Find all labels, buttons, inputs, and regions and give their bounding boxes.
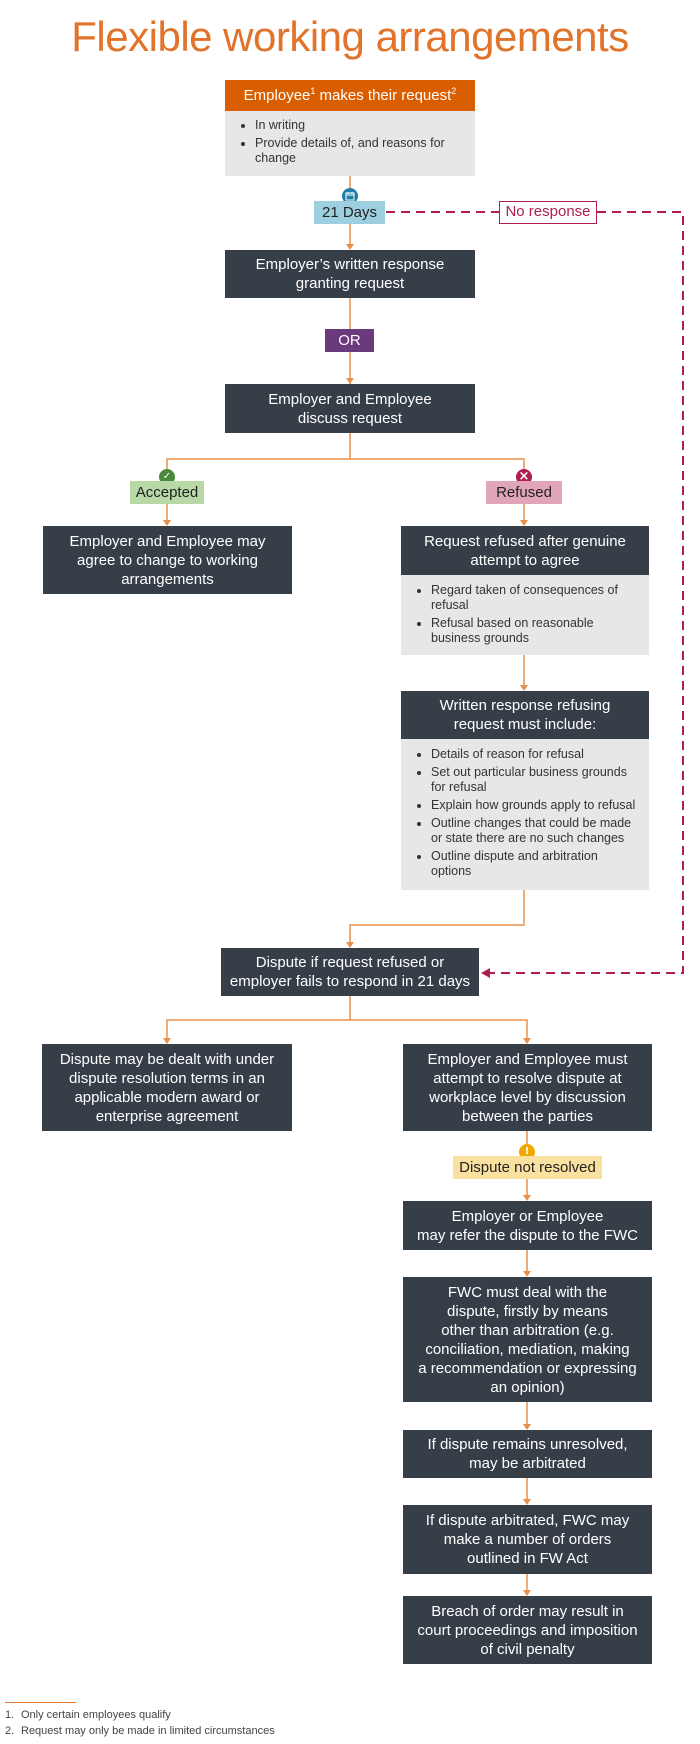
footnote-number: 2.	[5, 1725, 15, 1737]
bullet-item: In writing	[255, 118, 465, 133]
start-box-body: In writing Provide details of, and reaso…	[225, 111, 475, 176]
fwc-deal-box: FWC must deal with the dispute, firstly b…	[403, 1277, 652, 1402]
no-response-badge: No response	[499, 201, 597, 224]
bullet-item: Details of reason for refusal	[431, 747, 639, 762]
box-line: may be arbitrated	[469, 1455, 586, 1472]
footnote-ref-1: 1	[310, 86, 316, 96]
bullet-item: Set out particular business grounds for …	[431, 765, 639, 795]
refused-outcome-body: Regard taken of consequences of refusal …	[401, 575, 649, 655]
bullet-item: Outline changes that could be made or st…	[431, 816, 639, 846]
no-response-arrowhead	[481, 968, 490, 978]
box-line: Employer and Employee must	[427, 1050, 628, 1068]
footnote-number: 1.	[5, 1709, 15, 1721]
box-line: enterprise agreement	[95, 1107, 239, 1125]
box-line: make a number of orders	[443, 1531, 612, 1548]
box-line: between the parties	[462, 1107, 593, 1125]
box-line: may refer the dispute to the FWC	[417, 1226, 638, 1244]
box-line: Dispute if request refused or	[255, 954, 445, 971]
refused-outcome-header: Request refused after genuine attempt to …	[401, 526, 649, 575]
box-line: of civil penalty	[480, 1640, 575, 1658]
box-line: dispute, firstly by means	[447, 1302, 608, 1320]
dispute-box: Dispute if request refused or employer fa…	[221, 948, 479, 996]
box-line: conciliation, mediation, making	[425, 1340, 630, 1358]
box-line: workplace level by discussion	[429, 1088, 626, 1106]
not-resolved-badge: Dispute not resolved	[453, 1156, 602, 1179]
dispute-workplace-box: Employer and Employee must attempt to res…	[403, 1044, 652, 1131]
box-line: If dispute arbitrated, FWC may	[425, 1512, 630, 1529]
refer-fwc-box: Employer or Employee may refer the disput…	[403, 1201, 652, 1250]
box-line: a recommendation or expressing	[418, 1359, 637, 1377]
connector-written-to-dispute	[349, 890, 525, 944]
box-line: attempt to agree	[470, 551, 580, 569]
unresolved-box: If dispute remains unresolved, may be arb…	[403, 1430, 652, 1478]
box-line: discuss request	[297, 409, 403, 427]
connector-discuss-branch	[166, 458, 525, 470]
box-line: FWC must deal with the	[447, 1283, 608, 1301]
bullet-item: Regard taken of consequences of refusal	[431, 583, 639, 613]
breach-box: Breach of order may result in court proce…	[403, 1596, 652, 1664]
bullet-item: Outline dispute and arbitration options	[431, 849, 639, 879]
written-refusal-body: Details of reason for refusal Set out pa…	[401, 739, 649, 890]
granting-box: Employer’s written response granting requ…	[225, 250, 475, 298]
box-line: request must include:	[453, 716, 597, 733]
box-line: other than arbitration (e.g.	[441, 1321, 614, 1339]
discuss-box: Employer and Employee discuss request	[225, 384, 475, 433]
footnote-text: Only certain employees qualify	[21, 1709, 171, 1721]
box-line: outlined in FW Act	[467, 1550, 588, 1567]
written-refusal-header: Written response refusing request must in…	[401, 691, 649, 739]
box-line: Employer and Employee	[268, 390, 432, 408]
box-line: Dispute may be dealt with under	[59, 1050, 275, 1068]
dispute-award-box: Dispute may be dealt with under dispute r…	[42, 1044, 292, 1131]
start-header-text: Employee	[243, 87, 311, 104]
connector-dispute-branch	[166, 1019, 528, 1040]
bullet-item: Refusal based on reasonable business gro…	[431, 616, 639, 646]
box-line: employer fails to respond in 21 days	[229, 973, 471, 990]
footnote-item: 1. Only certain employees qualify	[5, 1707, 275, 1723]
box-line: If dispute remains unresolved,	[427, 1436, 628, 1453]
box-line: attempt to resolve dispute at	[433, 1069, 622, 1087]
footnote-text: Request may only be made in limited circ…	[21, 1725, 275, 1737]
footnote-divider	[5, 1702, 76, 1703]
arbitrated-box: If dispute arbitrated, FWC may make a num…	[403, 1505, 652, 1574]
box-line: dispute resolution terms in an	[69, 1069, 265, 1087]
or-badge: OR	[325, 329, 374, 352]
page-title: Flexible working arrangements	[71, 13, 629, 60]
box-line: arrangements	[121, 570, 214, 588]
box-line: granting request	[295, 275, 405, 292]
footnotes: 1. Only certain employees qualify 2. Reque…	[5, 1707, 275, 1739]
box-line: Request refused after genuine	[424, 532, 626, 550]
box-line: Employer and Employee may	[69, 532, 266, 550]
box-line: Employer’s written response	[255, 256, 445, 273]
accepted-outcome-box: Employer and Employee may agree to change…	[43, 526, 292, 594]
box-line: agree to change to working	[77, 551, 258, 569]
footnote-item: 2. Request may only be made in limited ci…	[5, 1723, 275, 1739]
footnote-ref-2: 2	[451, 86, 457, 96]
box-line: court proceedings and imposition	[417, 1621, 638, 1639]
accepted-badge: Accepted	[130, 481, 204, 504]
box-line: Written response refusing	[439, 697, 611, 714]
days-badge: 21 Days	[314, 201, 385, 224]
box-line: applicable modern award or	[74, 1088, 260, 1106]
bullet-item: Explain how grounds apply to refusal	[431, 798, 639, 813]
bullet-item: Provide details of, and reasons for chan…	[255, 136, 465, 166]
box-line: an opinion)	[490, 1378, 565, 1396]
start-header-text-2: makes their request	[315, 87, 452, 104]
refused-badge: Refused	[486, 481, 562, 504]
box-line: Employer or Employee	[451, 1207, 604, 1225]
start-box-header: Employee1 makes their request2	[225, 80, 475, 111]
box-line: Breach of order may result in	[431, 1602, 624, 1620]
